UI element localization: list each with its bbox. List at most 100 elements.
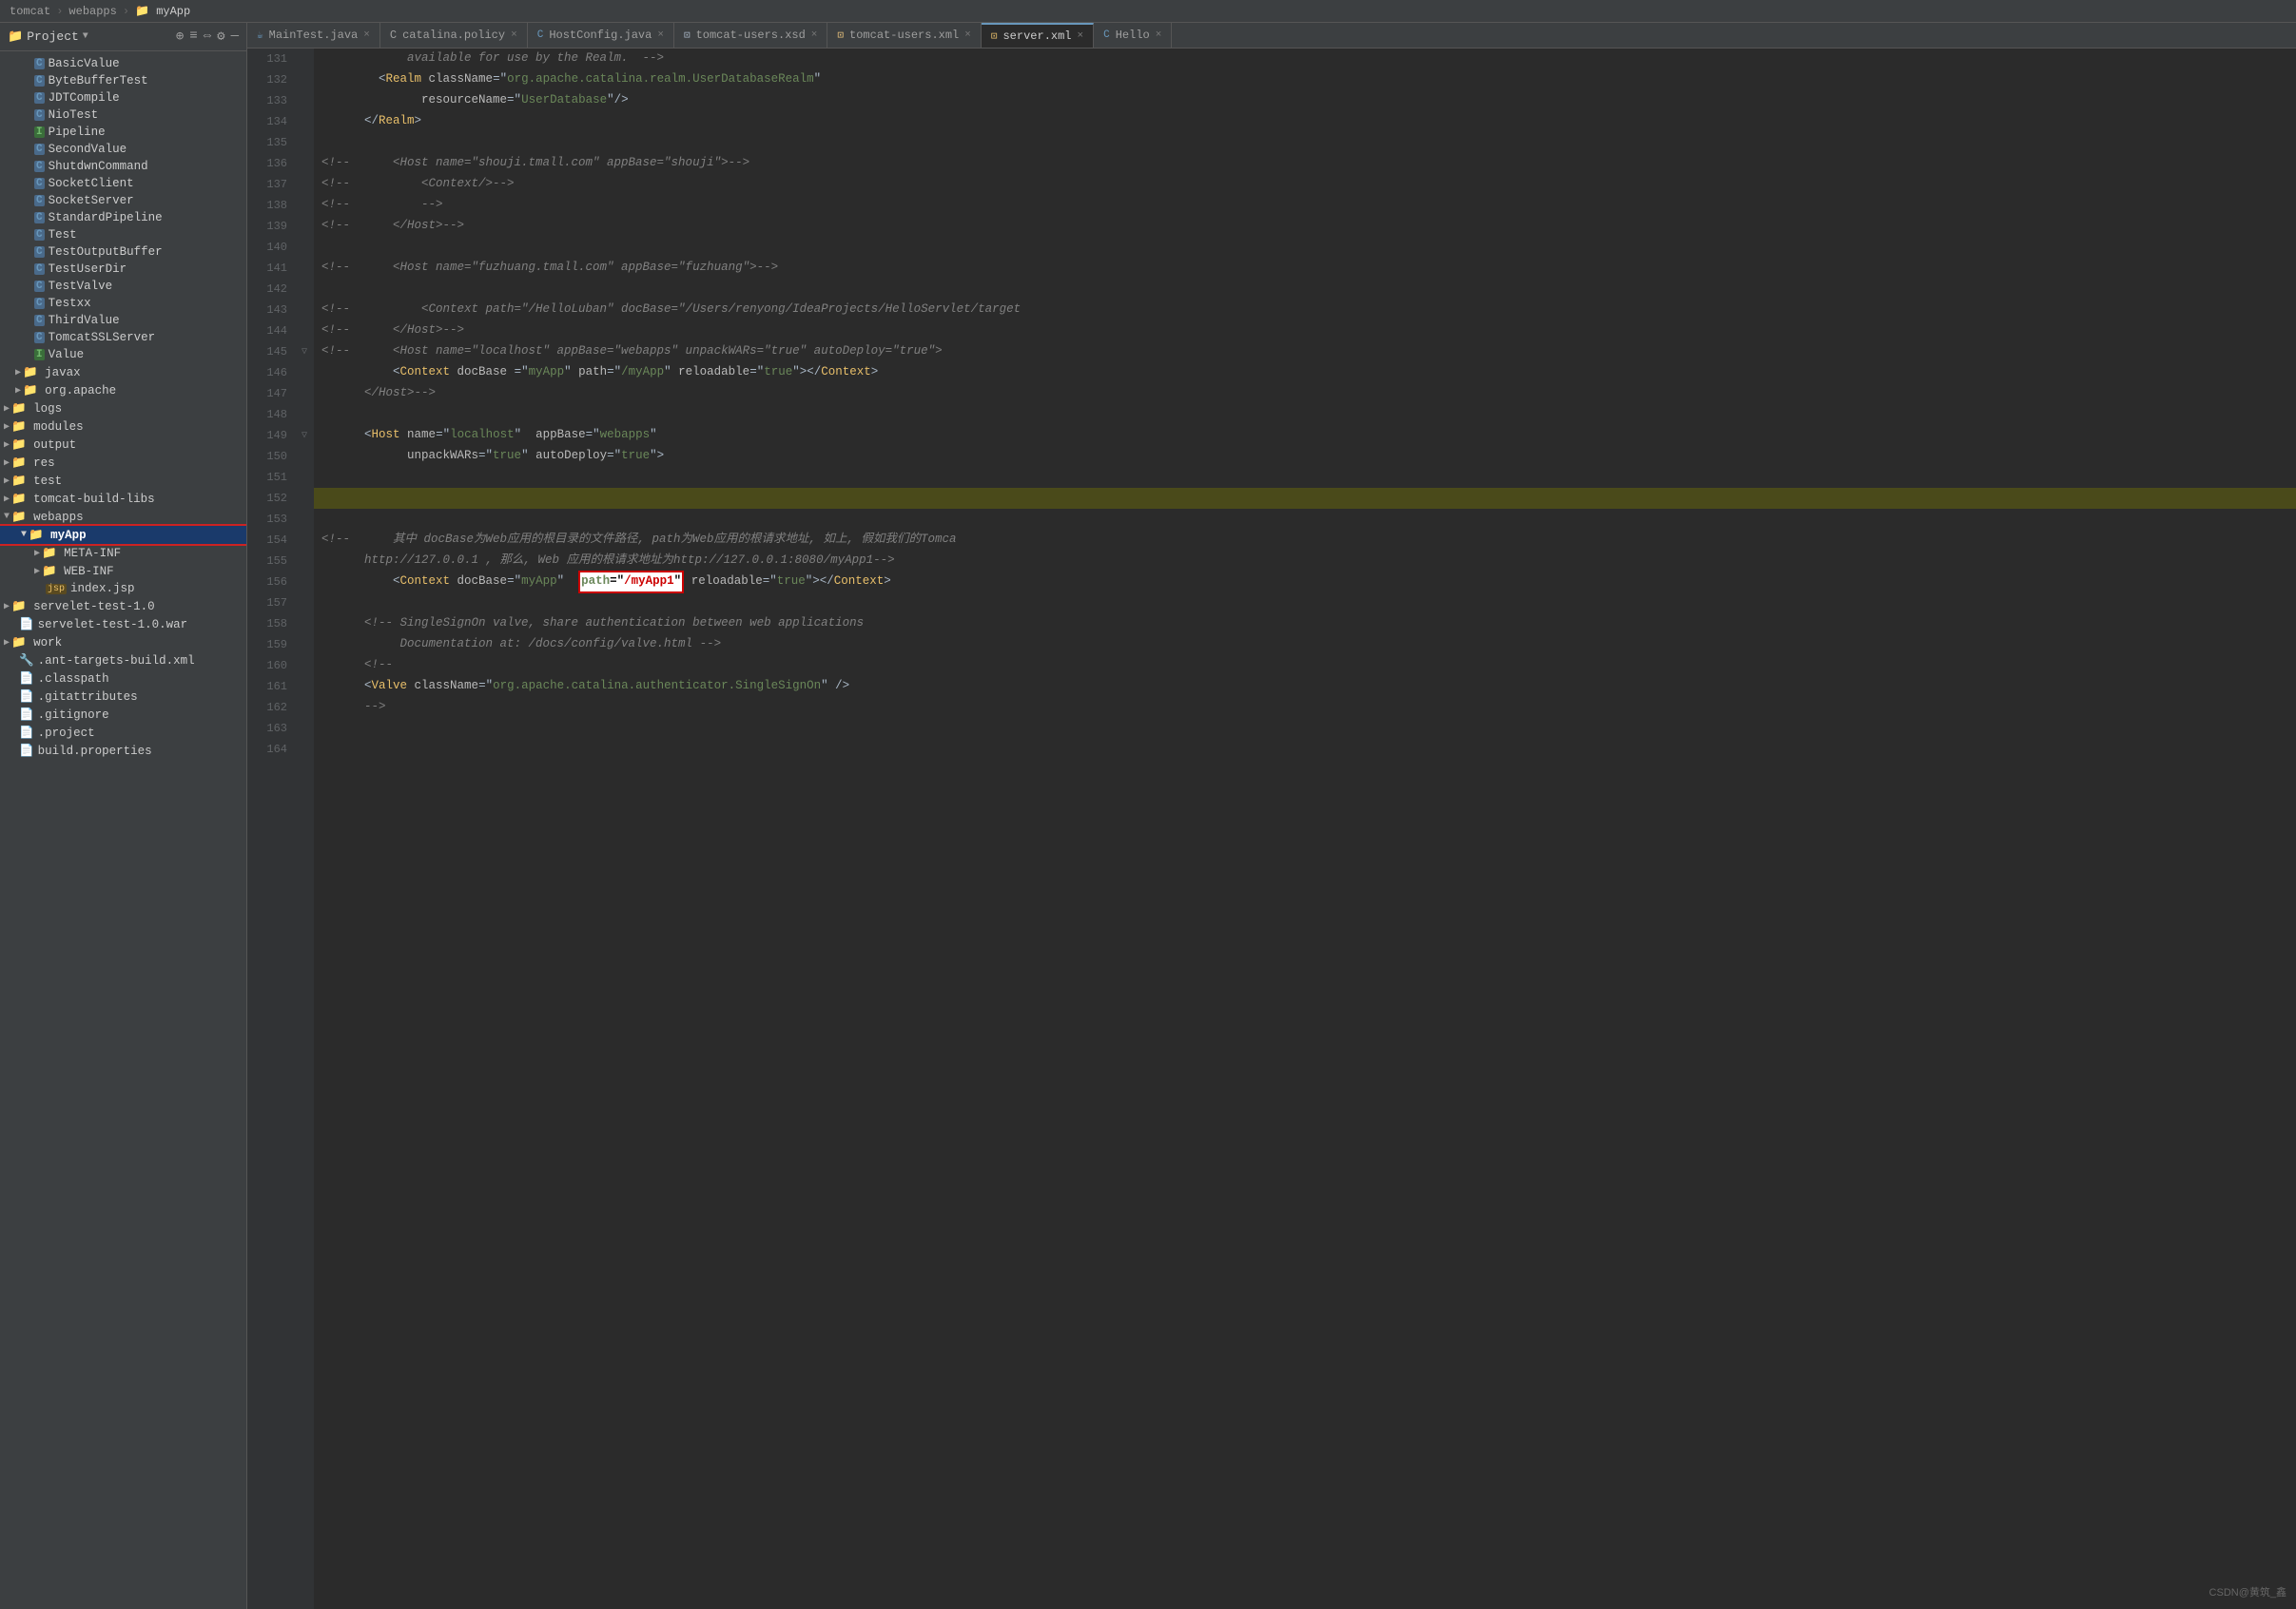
tree-item-testxx[interactable]: CTestxx (0, 295, 246, 312)
tree-item-org-apache[interactable]: ▶ 📁 org.apache (0, 381, 246, 399)
close-tab-hello[interactable]: × (1156, 29, 1162, 41)
tree-item-socket-client[interactable]: CSocketClient (0, 175, 246, 192)
tree-item-shutdwn[interactable]: CShutdwnCommand (0, 158, 246, 175)
tree-item-modules[interactable]: ▶ 📁 modules (0, 417, 246, 436)
class-icon: C (34, 298, 45, 309)
tree-item-gitignore[interactable]: 📄.gitignore (0, 706, 246, 724)
tab-host-config[interactable]: C HostConfig.java × (528, 23, 674, 48)
tree-item-basic-value[interactable]: CBasicValue (0, 55, 246, 72)
code-line-144: <!-- </Host>--> (314, 320, 2296, 341)
code-line-136: <!-- <Host name="shouji.tmall.com" appBa… (314, 153, 2296, 174)
code-line-131: available for use by the Realm. --> (314, 48, 2296, 69)
tree-arrow-res: ▶ (4, 457, 10, 469)
tree-item-test-output-buffer[interactable]: CTestOutputBuffer (0, 243, 246, 261)
tree-item-res[interactable]: ▶ 📁 res (0, 454, 246, 472)
folder-icon: 📁 (11, 401, 27, 416)
tree-item-logs[interactable]: ▶ 📁 logs (0, 399, 246, 417)
tree-item-test-folder[interactable]: ▶ 📁 test (0, 472, 246, 490)
class-icon: C (34, 144, 45, 155)
close-tab-catalina[interactable]: × (511, 29, 517, 41)
breadcrumb-myapp[interactable]: 📁 myApp (135, 4, 190, 18)
code-line-134: </Realm> (314, 111, 2296, 132)
fold-arrow-145[interactable]: ▽ (302, 346, 307, 358)
tab-tomcat-users-xsd[interactable]: ⊡ tomcat-users.xsd × (674, 23, 827, 48)
war-icon: 📄 (19, 617, 34, 631)
class-icon: C (34, 92, 45, 104)
code-line-153 (314, 509, 2296, 530)
class-icon: C (34, 315, 45, 326)
tree-item-javax[interactable]: ▶ 📁 javax (0, 363, 246, 381)
tree-item-web-inf[interactable]: ▶ 📁 WEB-INF (0, 562, 246, 580)
tree-arrow-modules: ▶ (4, 421, 10, 433)
fold-arrow-149[interactable]: ▽ (302, 430, 307, 441)
tree-item-work[interactable]: ▶ 📁 work (0, 633, 246, 651)
class-icon: C (34, 332, 45, 343)
tab-main-test[interactable]: ☕ MainTest.java × (247, 23, 380, 48)
tree-item-second-value[interactable]: CSecondValue (0, 141, 246, 158)
locate-icon[interactable]: ⊕ (176, 29, 184, 45)
code-line-150: unpackWARs="true" autoDeploy="true"> (314, 446, 2296, 467)
tree-item-tomcat-build-libs[interactable]: ▶ 📁 tomcat-build-libs (0, 490, 246, 508)
close-tab-users-xml[interactable]: × (964, 29, 971, 41)
close-sidebar-icon[interactable]: — (231, 29, 239, 45)
close-tab-host-config[interactable]: × (657, 29, 664, 41)
policy-tab-icon: C (390, 29, 397, 42)
tree-arrow-meta-inf: ▶ (34, 548, 40, 559)
settings-icon[interactable]: ⚙ (217, 29, 224, 45)
code-line-152 (314, 488, 2296, 509)
code-line-154: <!-- 其中 docBase为Web应用的根目录的文件路径, path为Web… (314, 530, 2296, 551)
code-content[interactable]: available for use by the Realm. --> <Rea… (314, 48, 2296, 1609)
tree-item-jdt-compile[interactable]: CJDTCompile (0, 89, 246, 107)
tree-item-project[interactable]: 📄.project (0, 724, 246, 742)
folder-icon: 📁 (11, 456, 27, 470)
tree-item-build-properties[interactable]: 📄build.properties (0, 742, 246, 760)
watermark: CSDN@黄筑_鑫 (2209, 1584, 2286, 1599)
code-line-148 (314, 404, 2296, 425)
tab-server-xml[interactable]: ⊡ server.xml × (982, 23, 1094, 48)
breadcrumb-webapps[interactable]: webapps (68, 5, 116, 18)
tree-item-ant-targets[interactable]: 🔧.ant-targets-build.xml (0, 651, 246, 669)
tree-item-test-valve[interactable]: CTestValve (0, 278, 246, 295)
tree-item-index-jsp[interactable]: jspindex.jsp (0, 580, 246, 597)
breadcrumb-sep-1: › (56, 5, 63, 18)
tree-item-socket-server[interactable]: CSocketServer (0, 192, 246, 209)
tree-item-servelet-test[interactable]: ▶ 📁 servelet-test-1.0 (0, 597, 246, 615)
sidebar-title: 📁 Project ▼ (8, 29, 88, 44)
breadcrumb-tomcat[interactable]: tomcat (10, 5, 50, 18)
editor-code-area[interactable]: 131 132 133 134 135 136 137 138 139 140 … (247, 48, 2296, 1609)
properties-icon: 📄 (19, 744, 34, 758)
folder-icon-myapp: 📁 (29, 528, 44, 542)
dropdown-arrow[interactable]: ▼ (83, 31, 88, 42)
tree-item-pipeline[interactable]: IPipeline (0, 124, 246, 141)
tab-hello[interactable]: C Hello × (1094, 23, 1172, 48)
project-tree: CBasicValue CByteBufferTest CJDTCompile … (0, 51, 246, 1609)
code-line-160: <!-- (314, 655, 2296, 676)
tab-tomcat-users-xml[interactable]: ⊡ tomcat-users.xml × (827, 23, 981, 48)
tree-item-value[interactable]: IValue (0, 346, 246, 363)
tree-arrow-servelet: ▶ (4, 601, 10, 612)
class-icon: C (34, 161, 45, 172)
tree-item-output[interactable]: ▶ 📁 output (0, 436, 246, 454)
tree-item-nio-test[interactable]: CNioTest (0, 107, 246, 124)
tree-item-test-user-dir[interactable]: CTestUserDir (0, 261, 246, 278)
class-icon: C (34, 281, 45, 292)
xsd-tab-icon: ⊡ (684, 29, 691, 42)
tree-item-meta-inf[interactable]: ▶ 📁 META-INF (0, 544, 246, 562)
tree-item-byte-buffer-test[interactable]: CByteBufferTest (0, 72, 246, 89)
close-tab-main-test[interactable]: × (363, 29, 370, 41)
tree-item-tomcat-ssl[interactable]: CTomcatSSLServer (0, 329, 246, 346)
close-tab-xsd[interactable]: × (811, 29, 818, 41)
expand-icon[interactable]: ⇔ (204, 29, 211, 45)
tree-item-myapp[interactable]: ▼ 📁 myApp (0, 526, 246, 544)
tree-item-servelet-war[interactable]: 📄servelet-test-1.0.war (0, 615, 246, 633)
tree-item-third-value[interactable]: CThirdValue (0, 312, 246, 329)
tree-item-webapps[interactable]: ▼ 📁 webapps (0, 508, 246, 526)
close-tab-server-xml[interactable]: × (1078, 30, 1084, 42)
collapse-all-icon[interactable]: ≡ (189, 29, 197, 45)
tree-item-standard-pipeline[interactable]: CStandardPipeline (0, 209, 246, 226)
code-line-159: Documentation at: /docs/config/valve.htm… (314, 634, 2296, 655)
tree-item-test[interactable]: CTest (0, 226, 246, 243)
tree-item-classpath[interactable]: 📄.classpath (0, 669, 246, 688)
tree-item-gitattributes[interactable]: 📄.gitattributes (0, 688, 246, 706)
tab-catalina-policy[interactable]: C catalina.policy × (380, 23, 528, 48)
